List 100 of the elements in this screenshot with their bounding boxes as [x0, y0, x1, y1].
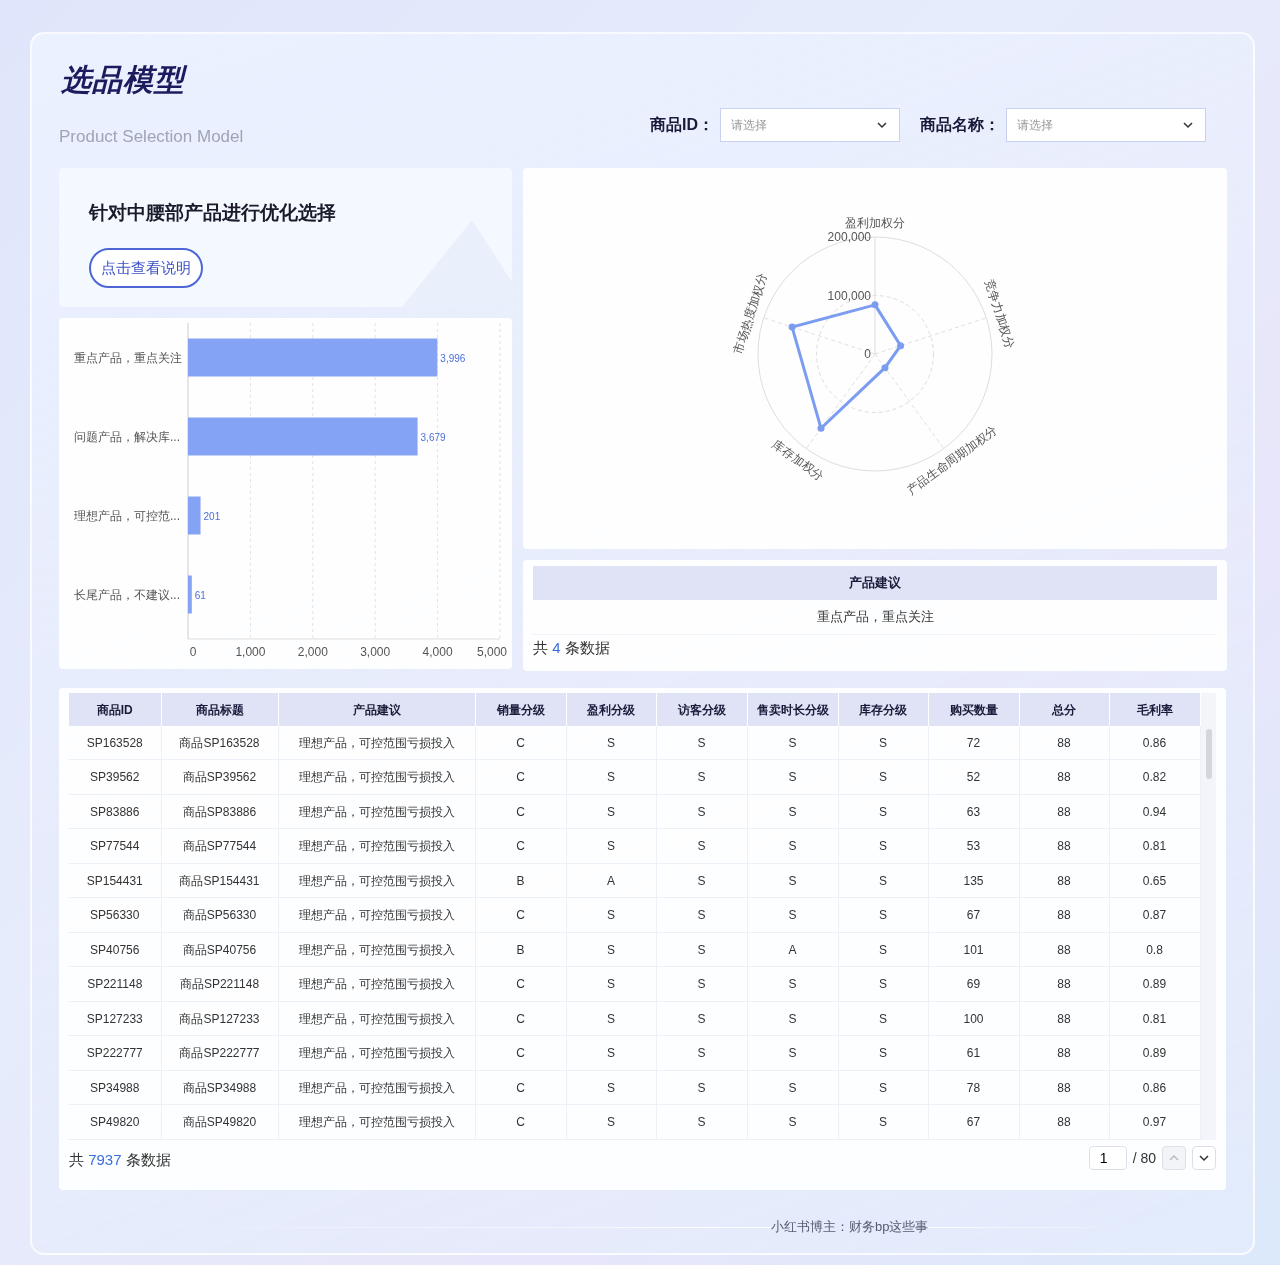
table-cell: SP34988	[69, 1070, 161, 1105]
table-cell: S	[656, 829, 747, 864]
table-cell: 69	[928, 967, 1019, 1002]
record-count: 共 4 条数据	[533, 639, 610, 658]
table-cell: S	[566, 760, 656, 795]
table-cell: B	[475, 863, 566, 898]
table-cell: 72	[928, 726, 1019, 760]
table-cell: S	[747, 760, 838, 795]
table-cell: SP154431	[69, 863, 161, 898]
table-cell: S	[656, 794, 747, 829]
next-page-button[interactable]	[1192, 1146, 1216, 1170]
axis-name: 市场热度加权分	[730, 271, 771, 356]
axis-tick-label: 0	[189, 645, 197, 659]
table-cell: S	[566, 932, 656, 967]
category-label: 问题产品，解决库...	[74, 429, 180, 444]
table-cell: 理想产品，可控范围亏损投入	[278, 1036, 475, 1071]
axis-tick-label: 1,000	[235, 645, 266, 659]
table-cell: 88	[1019, 1105, 1109, 1140]
table-cell: C	[475, 794, 566, 829]
table-cell: 78	[928, 1070, 1019, 1105]
column-header: 商品标题	[161, 693, 278, 726]
table-cell: 0.65	[1109, 863, 1200, 898]
table-cell: 商品SP49820	[161, 1105, 278, 1140]
table-cell: C	[475, 760, 566, 795]
table-cell: S	[566, 898, 656, 933]
table-cell: A	[566, 863, 656, 898]
table-cell: 理想产品，可控范围亏损投入	[278, 1105, 475, 1140]
table-cell: S	[747, 1070, 838, 1105]
category-label: 理想产品，可控范...	[74, 508, 180, 523]
table-cell: 理想产品，可控范围亏损投入	[278, 794, 475, 829]
table-cell: S	[747, 1036, 838, 1071]
table-cell: 88	[1019, 760, 1109, 795]
column-header: 销量分级	[475, 693, 566, 726]
table-cell: 商品SP83886	[161, 794, 278, 829]
table-cell: S	[656, 898, 747, 933]
axis-tick-label: 100,000	[827, 288, 871, 303]
table-cell: 101	[928, 932, 1019, 967]
table-cell: S	[747, 794, 838, 829]
table-cell: SP40756	[69, 932, 161, 967]
table-cell: C	[475, 726, 566, 760]
table-cell: 0.89	[1109, 967, 1200, 1002]
column-header: 总分	[1019, 693, 1109, 726]
filter-label: 商品ID：	[650, 114, 714, 135]
table-cell: 67	[928, 898, 1019, 933]
axis-tick-label: 200,000	[827, 230, 871, 244]
table-cell: SP77544	[69, 829, 161, 864]
table-cell: S	[838, 726, 928, 760]
page-input[interactable]: 1	[1088, 1146, 1127, 1170]
table-cell: SP49820	[69, 1105, 161, 1140]
table-cell: S	[656, 967, 747, 1002]
table-cell: S	[656, 932, 747, 967]
table-cell: S	[747, 898, 838, 933]
table-cell: S	[566, 1105, 656, 1140]
category-label: 长尾产品，不建议...	[74, 587, 180, 602]
table-cell: 0.8	[1109, 932, 1200, 967]
table-cell: C	[475, 1105, 566, 1140]
page-subtitle: Product Selection Model	[59, 127, 244, 147]
category-label: 重点产品，重点关注	[74, 350, 182, 365]
column-header: 盈利分级	[566, 693, 656, 726]
column-header: 产品建议	[533, 566, 1217, 600]
table-cell: 88	[1019, 829, 1109, 864]
table-cell: 理想产品，可控范围亏损投入	[278, 863, 475, 898]
value-label: 3,996	[440, 352, 466, 364]
table-cell: SP221148	[69, 967, 161, 1002]
table-cell: 61	[928, 1036, 1019, 1071]
value-label: 61	[194, 589, 206, 601]
column-header: 访客分级	[656, 693, 747, 726]
table-cell: S	[838, 829, 928, 864]
table-cell: C	[475, 1070, 566, 1105]
table-cell: S	[747, 967, 838, 1002]
table-cell: SP83886	[69, 794, 161, 829]
table-cell: C	[475, 898, 566, 933]
axis-tick-label: 0	[864, 347, 871, 361]
page-title: 选品模型	[61, 60, 244, 101]
table-cell: 0.82	[1109, 760, 1200, 795]
table-cell: SP222777	[69, 1036, 161, 1071]
table-cell: S	[838, 932, 928, 967]
table-cell: S	[838, 760, 928, 795]
table-cell: 理想产品，可控范围亏损投入	[278, 967, 475, 1002]
view-instructions-button[interactable]: 点击查看说明	[89, 248, 203, 288]
table-cell: S	[747, 1001, 838, 1036]
table-cell: 0.97	[1109, 1105, 1200, 1140]
axis-tick-label: 3,000	[360, 645, 391, 659]
table-cell: 0.81	[1109, 1001, 1200, 1036]
table-cell: 88	[1019, 1001, 1109, 1036]
table-cell: 63	[928, 794, 1019, 829]
table-cell: 理想产品，可控范围亏损投入	[278, 829, 475, 864]
table-cell: S	[838, 794, 928, 829]
axis-tick-label: 2,000	[297, 645, 328, 659]
table-cell: 理想产品，可控范围亏损投入	[278, 726, 475, 760]
table-cell: S	[838, 1105, 928, 1140]
table-cell: SP56330	[69, 898, 161, 933]
table-cell: 100	[928, 1001, 1019, 1036]
axis-tick-label: 4,000	[422, 645, 453, 659]
column-header: 商品ID	[69, 693, 161, 726]
table-cell: S	[656, 1105, 747, 1140]
table-cell: 88	[1019, 1070, 1109, 1105]
table-cell: 52	[928, 760, 1019, 795]
table-cell: SP163528	[69, 726, 161, 760]
table-cell: 商品SP39562	[161, 760, 278, 795]
